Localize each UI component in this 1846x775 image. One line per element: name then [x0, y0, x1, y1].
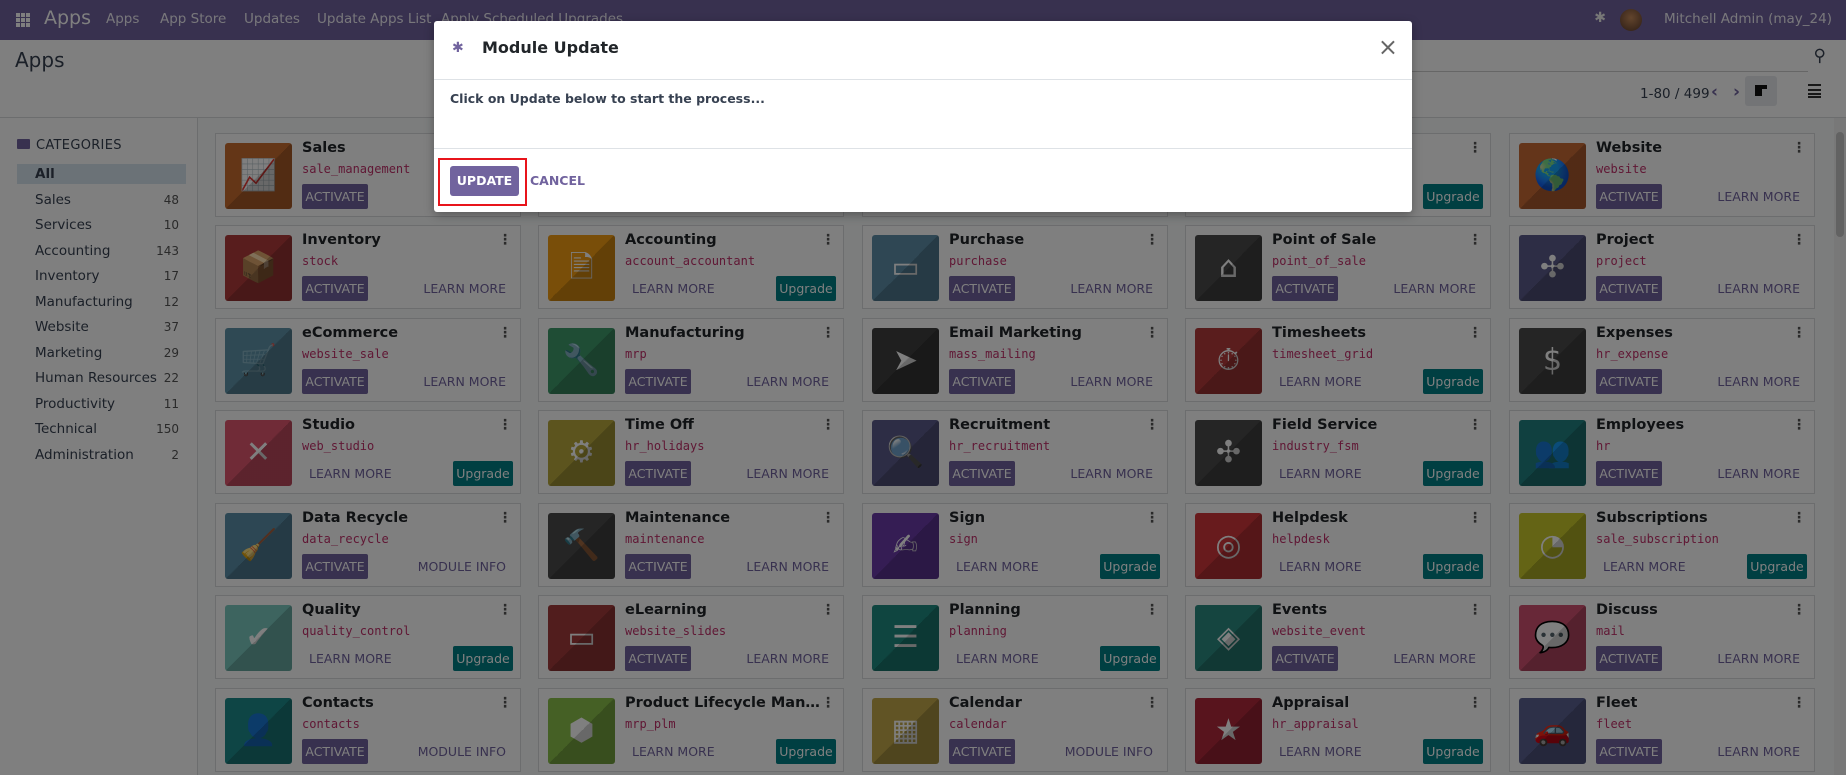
- dialog-footer: UPDATE CANCEL: [434, 148, 1412, 212]
- dialog-title: Module Update: [482, 38, 619, 57]
- bug-icon: ✱: [452, 40, 464, 56]
- module-update-dialog: ✱ Module Update × Click on Update below …: [434, 21, 1412, 212]
- update-button[interactable]: UPDATE: [450, 166, 519, 196]
- dialog-header: ✱ Module Update ×: [434, 21, 1412, 80]
- dialog-body-text: Click on Update below to start the proce…: [450, 91, 765, 106]
- cancel-button[interactable]: CANCEL: [530, 173, 585, 188]
- close-icon[interactable]: ×: [1378, 33, 1398, 61]
